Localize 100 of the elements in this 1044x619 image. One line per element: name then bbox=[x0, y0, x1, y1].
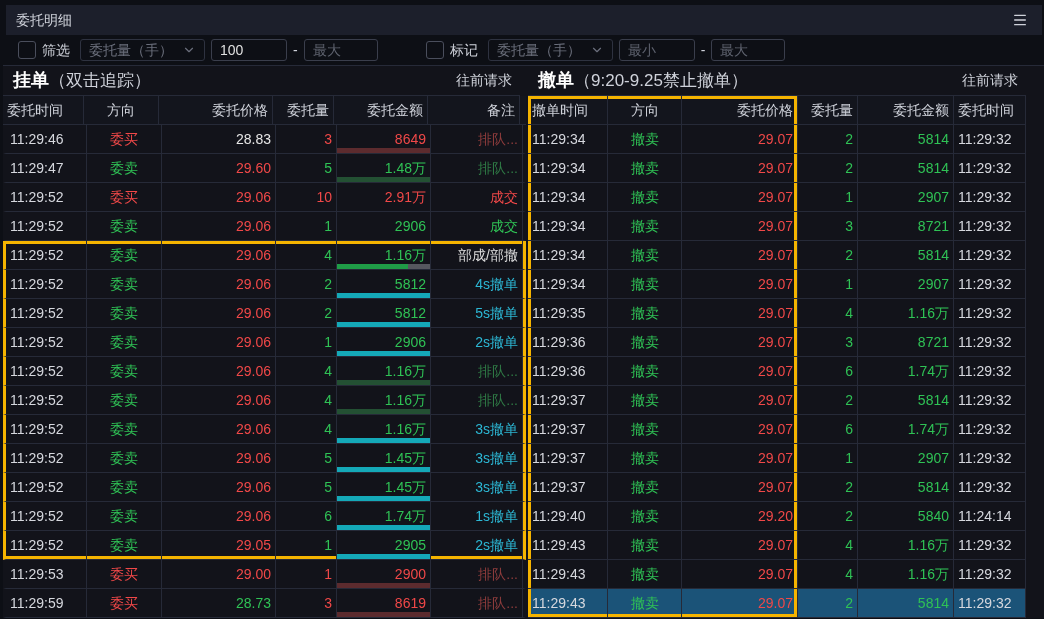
max-field[interactable]: 最大 bbox=[303, 39, 378, 61]
table-row[interactable]: 11:29:52 委卖 29.06 5 1.45万 3s撤单 bbox=[3, 444, 526, 473]
field-select[interactable]: 委托量（手） bbox=[80, 39, 205, 61]
time-cell: 11:29:34 bbox=[528, 183, 608, 211]
time-cell: 11:29:37 bbox=[528, 473, 608, 501]
price-cell: 29.07 bbox=[682, 154, 798, 182]
window-title: 委托明细 bbox=[16, 10, 72, 30]
max-field[interactable]: 最大 bbox=[711, 39, 786, 61]
table-row[interactable]: 11:29:34 撤卖 29.07 3 8721 11:29:32 bbox=[528, 212, 1026, 241]
table-row[interactable]: 11:29:52 委卖 29.06 2 5812 4s撤单 bbox=[3, 270, 526, 299]
direction-cell: 撤卖 bbox=[608, 270, 682, 298]
order-time-cell: 11:29:32 bbox=[954, 241, 1026, 269]
price-cell: 29.07 bbox=[682, 357, 798, 385]
min-field[interactable]: 最小 bbox=[618, 39, 695, 61]
order-time-cell: 11:29:32 bbox=[954, 560, 1026, 588]
note-cell: 成交 bbox=[431, 212, 523, 240]
table-row[interactable]: 11:29:37 撤卖 29.07 2 5814 11:29:32 bbox=[528, 386, 1026, 415]
time-cell: 11:29:34 bbox=[528, 125, 608, 153]
price-cell: 29.06 bbox=[162, 473, 276, 501]
amount-cell: 8721 bbox=[858, 328, 954, 356]
time-cell: 11:29:53 bbox=[6, 560, 87, 588]
table-row[interactable]: 11:29:52 委卖 29.06 2 5812 5s撤单 bbox=[3, 299, 526, 328]
price-cell: 29.07 bbox=[682, 415, 798, 443]
table-row[interactable]: 11:29:52 委卖 29.06 1 2906 成交 bbox=[3, 212, 526, 241]
table-row[interactable]: 11:29:37 撤卖 29.07 1 2907 11:29:32 bbox=[528, 444, 1026, 473]
min-field[interactable]: 100 bbox=[211, 39, 287, 61]
amount-cell: 5814 bbox=[858, 125, 954, 153]
panel-title: 撤单 bbox=[538, 69, 574, 92]
amount-cell: 5840 bbox=[858, 502, 954, 530]
menu-icon[interactable] bbox=[1012, 12, 1028, 28]
time-cell: 11:29:37 bbox=[528, 415, 608, 443]
field-select[interactable]: 委托量（手） bbox=[487, 39, 613, 61]
table-row[interactable]: 11:29:52 委卖 29.06 1 2906 2s撤单 bbox=[3, 328, 526, 357]
table-row[interactable]: 11:29:46 委买 28.83 3 8649 排队... bbox=[3, 125, 526, 154]
table-row[interactable]: 11:29:47 委卖 29.60 5 1.48万 排队... bbox=[3, 154, 526, 183]
direction-cell: 委卖 bbox=[87, 473, 162, 501]
table-row[interactable]: 11:29:37 撤卖 29.07 2 5814 11:29:32 bbox=[528, 473, 1026, 502]
price-cell: 29.07 bbox=[682, 212, 798, 240]
amount-cell: 1.45万 bbox=[384, 480, 426, 494]
table-row[interactable]: 11:29:43 撤卖 29.07 2 5814 11:29:32 bbox=[528, 589, 1026, 618]
quantity-cell: 2 bbox=[798, 154, 858, 182]
order-time-cell: 11:29:32 bbox=[954, 415, 1026, 443]
time-cell: 11:29:43 bbox=[528, 589, 608, 617]
amount-cell: 5814 bbox=[858, 241, 954, 269]
table-row[interactable]: 11:29:36 撤卖 29.07 6 1.74万 11:29:32 bbox=[528, 357, 1026, 386]
quantity-cell: 2 bbox=[798, 502, 858, 530]
table-row[interactable]: 11:29:52 委买 29.06 10 2.91万 成交 bbox=[3, 183, 526, 212]
direction-cell: 撤卖 bbox=[608, 357, 682, 385]
table-row[interactable]: 11:29:52 委卖 29.06 5 1.45万 3s撤单 bbox=[3, 473, 526, 502]
price-cell: 29.07 bbox=[682, 386, 798, 414]
table-row[interactable]: 11:29:43 撤卖 29.07 4 1.16万 11:29:32 bbox=[528, 531, 1026, 560]
table-row[interactable]: 11:29:52 委卖 29.05 1 2905 2s撤单 bbox=[3, 531, 526, 560]
price-cell: 29.07 bbox=[682, 270, 798, 298]
column-header: 委托价格 bbox=[159, 96, 273, 124]
direction-cell: 委卖 bbox=[87, 444, 162, 472]
table-row[interactable]: 11:29:52 委卖 29.06 4 1.16万 排队... bbox=[3, 357, 526, 386]
column-header: 委托价格 bbox=[682, 96, 798, 124]
table-row[interactable]: 11:29:52 委卖 29.06 4 1.16万 部成/部撤 bbox=[3, 241, 526, 270]
price-cell: 28.83 bbox=[162, 125, 276, 153]
direction-cell: 撤卖 bbox=[608, 473, 682, 501]
checkbox[interactable] bbox=[425, 41, 444, 59]
checkbox[interactable] bbox=[18, 41, 36, 59]
quantity-cell: 1 bbox=[798, 183, 858, 211]
quantity-cell: 4 bbox=[798, 531, 858, 559]
order-time-cell: 11:29:32 bbox=[954, 154, 1026, 182]
table-row[interactable]: 11:29:59 委买 28.73 3 8619 排队... bbox=[3, 589, 526, 618]
direction-cell: 委卖 bbox=[87, 241, 162, 269]
load-earlier-button[interactable]: 往前请求 bbox=[962, 70, 1018, 91]
table-row[interactable]: 11:29:34 撤卖 29.07 2 5814 11:29:32 bbox=[528, 154, 1026, 183]
amount-cell: 2.91万 bbox=[337, 183, 431, 211]
table-row[interactable]: 11:29:34 撤卖 29.07 2 5814 11:29:32 bbox=[528, 125, 1026, 154]
table-row[interactable]: 11:29:34 撤卖 29.07 2 5814 11:29:32 bbox=[528, 241, 1026, 270]
amount-cell: 2905 bbox=[394, 538, 426, 552]
time-cell: 11:29:52 bbox=[6, 212, 87, 240]
table-row[interactable]: 11:29:34 撤卖 29.07 1 2907 11:29:32 bbox=[528, 270, 1026, 299]
table-row[interactable]: 11:29:40 撤卖 29.20 2 5840 11:24:14 bbox=[528, 502, 1026, 531]
note-cell: 2s撤单 bbox=[431, 531, 523, 559]
direction-cell: 撤卖 bbox=[608, 531, 682, 559]
table-row[interactable]: 11:29:53 委买 29.00 1 2900 排队... bbox=[3, 560, 526, 589]
load-earlier-button[interactable]: 往前请求 bbox=[456, 70, 512, 91]
table-row[interactable]: 11:29:37 撤卖 29.07 6 1.74万 11:29:32 bbox=[528, 415, 1026, 444]
table-row[interactable]: 11:29:35 撤卖 29.07 4 1.16万 11:29:32 bbox=[528, 299, 1026, 328]
price-cell: 29.07 bbox=[682, 444, 798, 472]
time-cell: 11:29:34 bbox=[528, 241, 608, 269]
table-row[interactable]: 11:29:34 撤卖 29.07 1 2907 11:29:32 bbox=[528, 183, 1026, 212]
table-row[interactable]: 11:29:52 委卖 29.06 6 1.74万 1s撤单 bbox=[3, 502, 526, 531]
price-cell: 29.06 bbox=[162, 328, 276, 356]
time-cell: 11:29:52 bbox=[6, 241, 87, 269]
order-time-cell: 11:29:32 bbox=[954, 357, 1026, 385]
table-row[interactable]: 11:29:52 委卖 29.06 4 1.16万 排队... bbox=[3, 386, 526, 415]
price-cell: 29.07 bbox=[682, 473, 798, 501]
direction-cell: 委卖 bbox=[87, 531, 162, 559]
table-row[interactable]: 11:29:36 撤卖 29.07 3 8721 11:29:32 bbox=[528, 328, 1026, 357]
time-cell: 11:29:52 bbox=[6, 270, 87, 298]
direction-cell: 委卖 bbox=[87, 415, 162, 443]
table-row[interactable]: 11:29:52 委卖 29.06 4 1.16万 3s撤单 bbox=[3, 415, 526, 444]
amount-cell: 8649 bbox=[394, 132, 426, 146]
column-header: 备注 bbox=[428, 96, 520, 124]
amount-cell: 5814 bbox=[858, 386, 954, 414]
price-cell: 29.07 bbox=[682, 531, 798, 559]
